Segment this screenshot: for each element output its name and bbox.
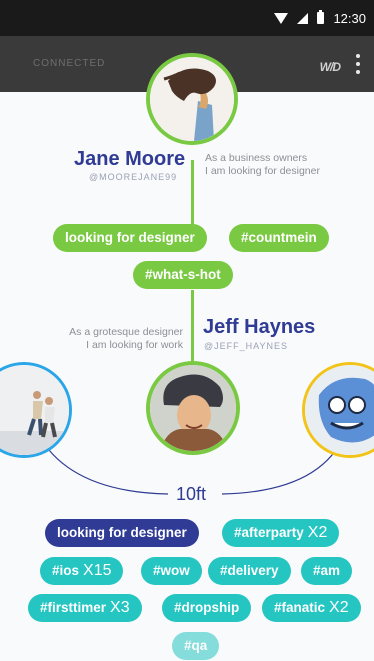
tag-label: #am [313, 563, 341, 578]
profile-handle-top: @MOOREJANE99 [89, 172, 178, 182]
match-tag-looking-for-designer[interactable]: looking for designer [45, 519, 199, 547]
match-tag-firsttimer[interactable]: #firsttimer X3 [28, 594, 142, 622]
tag-label: #delivery [220, 563, 279, 578]
tag-label: #dropship [174, 600, 240, 615]
profile-handle-center: @JEFF_HAYNES [204, 341, 288, 351]
connector-line [191, 290, 194, 362]
profile-name-top[interactable]: Jane Moore [74, 148, 185, 171]
profile-bio-center: As a grotesque designer I am looking for… [56, 326, 183, 352]
tag-looking-for-designer[interactable]: looking for designer [53, 224, 207, 252]
signal-icon [297, 12, 309, 24]
logo-icon[interactable]: W/D [320, 60, 341, 74]
tag-count: X15 [83, 562, 112, 579]
bio-line: As a grotesque designer [69, 326, 183, 338]
tag-label: #firsttimer [40, 600, 107, 615]
bio-line: I am looking for designer [205, 165, 320, 177]
tag-count: X2 [307, 524, 328, 541]
status-time: 12:30 [333, 10, 366, 26]
match-tag-delivery[interactable]: #delivery [208, 557, 291, 585]
tag-countmein[interactable]: #countmein [229, 224, 329, 252]
tag-label: #ios [52, 563, 80, 578]
match-tag-ios[interactable]: #ios X15 [40, 557, 124, 585]
match-tag-am[interactable]: #am [301, 557, 353, 585]
avatar-jeff-haynes[interactable] [146, 361, 240, 455]
tag-label: #wow [153, 563, 190, 578]
bio-line: As a business owners [205, 152, 308, 164]
tag-count: X3 [110, 599, 130, 616]
match-tag-wow[interactable]: #wow [141, 557, 202, 585]
wifi-icon [274, 12, 289, 24]
match-tag-afterparty[interactable]: #afterparty X2 [222, 519, 340, 547]
profile-bio-top: As a business owners I am looking for de… [205, 152, 320, 178]
app-screen: 12:30 CONNECTED W/D 10ft Jane Moore @MOO… [0, 0, 374, 661]
tag-label: looking for designer [57, 525, 187, 540]
match-tag-qa[interactable]: #qa [172, 632, 220, 660]
match-tag-fanatic[interactable]: #fanatic X2 [262, 594, 361, 622]
connector-line [191, 160, 194, 226]
bio-line: I am looking for work [86, 339, 183, 351]
battery-icon [317, 10, 325, 24]
tag-count: X2 [329, 599, 349, 616]
connection-status: CONNECTED [33, 58, 106, 69]
tag-what-s-hot[interactable]: #what-s-hot [133, 261, 233, 289]
overflow-menu-icon[interactable] [354, 54, 362, 74]
avatar-jane-moore[interactable] [146, 53, 238, 145]
profile-name-center[interactable]: Jeff Haynes [203, 316, 315, 339]
status-bar: 12:30 [0, 0, 374, 36]
tag-label: #afterparty [234, 525, 304, 540]
match-tag-dropship[interactable]: #dropship [162, 594, 252, 622]
distance-label: 10ft [176, 484, 207, 504]
tag-label: #qa [184, 638, 208, 653]
tag-label: #fanatic [274, 600, 326, 615]
